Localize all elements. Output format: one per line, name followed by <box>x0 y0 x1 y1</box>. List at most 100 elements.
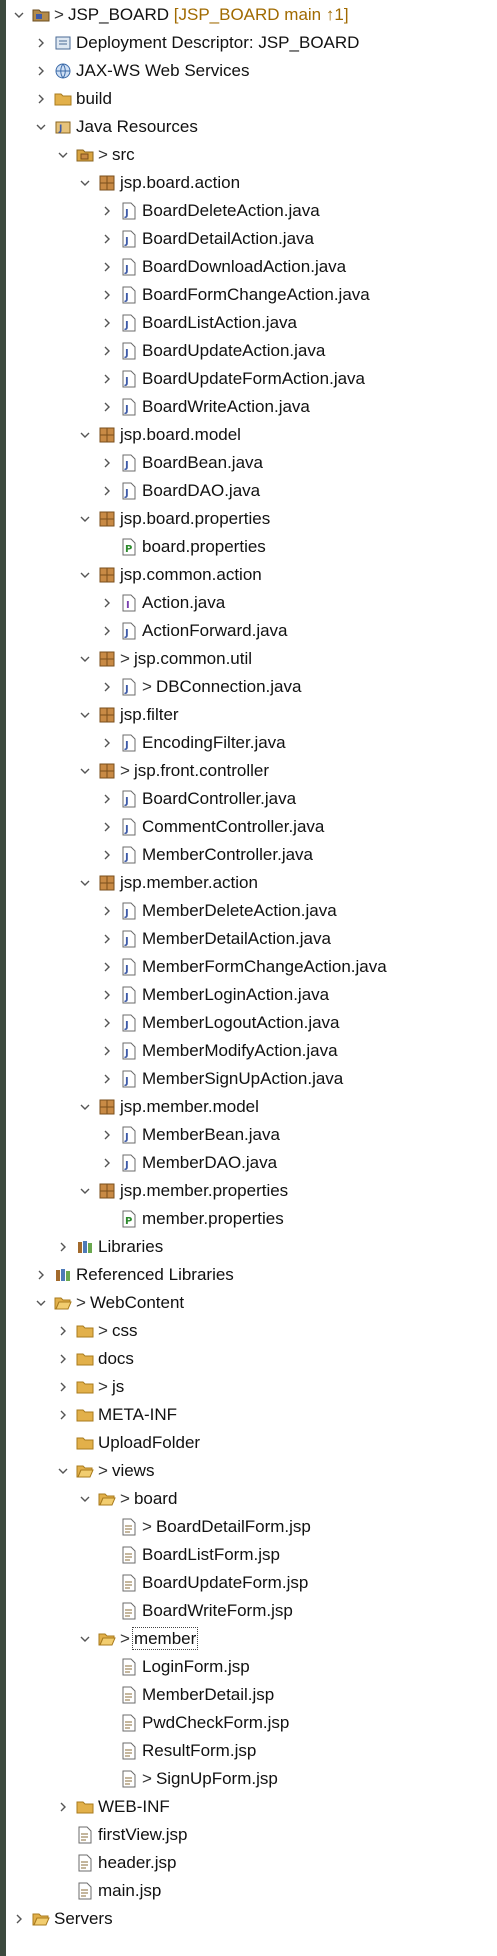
tree-item[interactable]: > JSP_BOARD [JSP_BOARD main ↑1] <box>6 1 497 29</box>
chevron-right-icon[interactable] <box>34 57 48 85</box>
chevron-down-icon[interactable] <box>56 1457 70 1485</box>
chevron-right-icon[interactable] <box>12 1905 26 1933</box>
tree-item[interactable]: > BoardDetailForm.jsp <box>6 1513 497 1541</box>
chevron-right-icon[interactable] <box>100 729 114 757</box>
tree-item[interactable]: J BoardDownloadAction.java <box>6 253 497 281</box>
chevron-down-icon[interactable] <box>78 1093 92 1121</box>
tree-item[interactable]: J BoardDAO.java <box>6 477 497 505</box>
tree-item[interactable]: J MemberDAO.java <box>6 1149 497 1177</box>
chevron-right-icon[interactable] <box>100 673 114 701</box>
tree-item[interactable]: jsp.common.action <box>6 561 497 589</box>
tree-item[interactable]: J MemberSignUpAction.java <box>6 1065 497 1093</box>
tree-item[interactable]: UploadFolder <box>6 1429 497 1457</box>
chevron-right-icon[interactable] <box>100 925 114 953</box>
chevron-down-icon[interactable] <box>78 645 92 673</box>
tree-item[interactable]: BoardUpdateForm.jsp <box>6 1569 497 1597</box>
chevron-right-icon[interactable] <box>56 1233 70 1261</box>
tree-item[interactable]: > member <box>6 1625 497 1653</box>
tree-item[interactable]: build <box>6 85 497 113</box>
chevron-right-icon[interactable] <box>56 1345 70 1373</box>
tree-item[interactable]: J MemberController.java <box>6 841 497 869</box>
chevron-down-icon[interactable] <box>78 505 92 533</box>
tree-item[interactable]: jsp.board.model <box>6 421 497 449</box>
chevron-right-icon[interactable] <box>100 197 114 225</box>
tree-item[interactable]: J BoardBean.java <box>6 449 497 477</box>
tree-item[interactable]: MemberDetail.jsp <box>6 1681 497 1709</box>
chevron-right-icon[interactable] <box>100 589 114 617</box>
tree-item[interactable]: > views <box>6 1457 497 1485</box>
chevron-right-icon[interactable] <box>34 85 48 113</box>
chevron-down-icon[interactable] <box>78 169 92 197</box>
tree-item[interactable]: jsp.board.properties <box>6 505 497 533</box>
chevron-right-icon[interactable] <box>100 1121 114 1149</box>
chevron-down-icon[interactable] <box>78 421 92 449</box>
tree-item[interactable]: J BoardFormChangeAction.java <box>6 281 497 309</box>
tree-item[interactable]: jsp.filter <box>6 701 497 729</box>
chevron-right-icon[interactable] <box>100 813 114 841</box>
tree-item[interactable]: J CommentController.java <box>6 813 497 841</box>
tree-item[interactable]: jsp.member.action <box>6 869 497 897</box>
tree-item[interactable]: J ActionForward.java <box>6 617 497 645</box>
tree-item[interactable]: jsp.member.properties <box>6 1177 497 1205</box>
chevron-down-icon[interactable] <box>34 113 48 141</box>
tree-item[interactable]: PwdCheckForm.jsp <box>6 1709 497 1737</box>
tree-item[interactable]: LoginForm.jsp <box>6 1653 497 1681</box>
tree-item[interactable]: > css <box>6 1317 497 1345</box>
chevron-right-icon[interactable] <box>56 1401 70 1429</box>
tree-item[interactable]: META-INF <box>6 1401 497 1429</box>
tree-item[interactable]: J BoardUpdateFormAction.java <box>6 365 497 393</box>
tree-item[interactable]: J MemberDetailAction.java <box>6 925 497 953</box>
tree-item[interactable]: J MemberModifyAction.java <box>6 1037 497 1065</box>
chevron-right-icon[interactable] <box>100 337 114 365</box>
chevron-down-icon[interactable] <box>34 1289 48 1317</box>
chevron-right-icon[interactable] <box>34 29 48 57</box>
chevron-right-icon[interactable] <box>100 477 114 505</box>
tree-item[interactable]: Libraries <box>6 1233 497 1261</box>
tree-item[interactable]: J MemberLogoutAction.java <box>6 1009 497 1037</box>
chevron-right-icon[interactable] <box>100 981 114 1009</box>
chevron-down-icon[interactable] <box>12 1 26 29</box>
tree-item[interactable]: J BoardWriteAction.java <box>6 393 497 421</box>
tree-item[interactable]: Referenced Libraries <box>6 1261 497 1289</box>
tree-item[interactable]: I Action.java <box>6 589 497 617</box>
chevron-right-icon[interactable] <box>100 225 114 253</box>
chevron-right-icon[interactable] <box>100 281 114 309</box>
chevron-right-icon[interactable] <box>100 841 114 869</box>
chevron-right-icon[interactable] <box>100 393 114 421</box>
chevron-down-icon[interactable] <box>78 1625 92 1653</box>
tree-item[interactable]: WEB-INF <box>6 1793 497 1821</box>
chevron-right-icon[interactable] <box>56 1373 70 1401</box>
tree-item[interactable]: BoardListForm.jsp <box>6 1541 497 1569</box>
chevron-down-icon[interactable] <box>78 869 92 897</box>
tree-item[interactable]: Deployment Descriptor: JSP_BOARD <box>6 29 497 57</box>
tree-item[interactable]: BoardWriteForm.jsp <box>6 1597 497 1625</box>
tree-item[interactable]: Pboard.properties <box>6 533 497 561</box>
chevron-right-icon[interactable] <box>100 1065 114 1093</box>
chevron-right-icon[interactable] <box>56 1793 70 1821</box>
chevron-right-icon[interactable] <box>56 1317 70 1345</box>
chevron-right-icon[interactable] <box>100 1009 114 1037</box>
chevron-right-icon[interactable] <box>100 953 114 981</box>
tree-item[interactable]: > SignUpForm.jsp <box>6 1765 497 1793</box>
tree-item[interactable]: J > DBConnection.java <box>6 673 497 701</box>
tree-item[interactable]: J MemberDeleteAction.java <box>6 897 497 925</box>
chevron-down-icon[interactable] <box>78 1485 92 1513</box>
chevron-down-icon[interactable] <box>78 701 92 729</box>
tree-item[interactable]: J Java Resources <box>6 113 497 141</box>
chevron-right-icon[interactable] <box>100 897 114 925</box>
chevron-right-icon[interactable] <box>34 1261 48 1289</box>
tree-item[interactable]: J MemberBean.java <box>6 1121 497 1149</box>
tree-item[interactable]: J BoardUpdateAction.java <box>6 337 497 365</box>
tree-item[interactable]: J BoardDetailAction.java <box>6 225 497 253</box>
tree-item[interactable]: Servers <box>6 1905 497 1933</box>
chevron-right-icon[interactable] <box>100 365 114 393</box>
tree-item[interactable]: docs <box>6 1345 497 1373</box>
tree-item[interactable]: jsp.board.action <box>6 169 497 197</box>
tree-item[interactable]: header.jsp <box>6 1849 497 1877</box>
chevron-right-icon[interactable] <box>100 309 114 337</box>
chevron-right-icon[interactable] <box>100 1149 114 1177</box>
tree-item[interactable]: J BoardDeleteAction.java <box>6 197 497 225</box>
tree-item[interactable]: J BoardController.java <box>6 785 497 813</box>
chevron-right-icon[interactable] <box>100 449 114 477</box>
chevron-down-icon[interactable] <box>78 1177 92 1205</box>
